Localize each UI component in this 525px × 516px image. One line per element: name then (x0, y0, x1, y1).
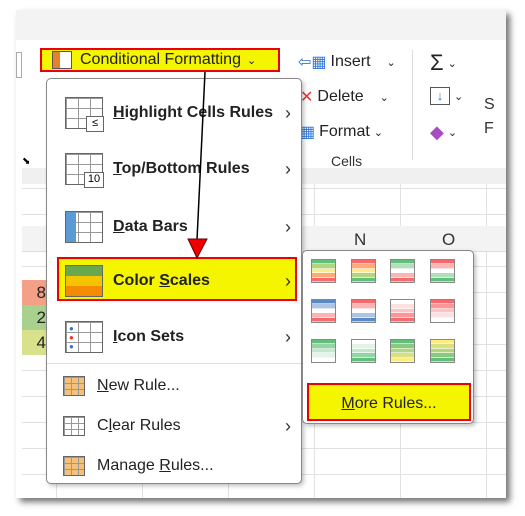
annotation-arrow (187, 71, 208, 260)
arrow-line (196, 71, 206, 241)
arrow-head-icon (187, 238, 208, 260)
